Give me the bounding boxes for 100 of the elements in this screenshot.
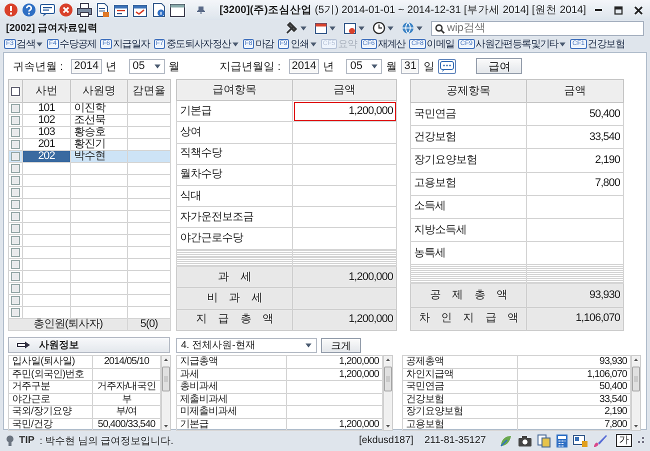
- calendar-icon[interactable]: [114, 3, 129, 17]
- caret-icon: [387, 26, 394, 30]
- brush-icon[interactable]: [593, 434, 607, 448]
- documents-icon[interactable]: [537, 434, 551, 448]
- item-name: 고용보험: [414, 177, 456, 190]
- help-icon[interactable]: [22, 3, 36, 17]
- item-name: 국민연금: [414, 108, 456, 120]
- amount-cell[interactable]: [292, 186, 396, 207]
- leaf-logo-icon[interactable]: [499, 434, 513, 448]
- item-name: 직책수당: [180, 147, 222, 160]
- document-icon[interactable]: [96, 3, 110, 17]
- amount-cell[interactable]: [292, 143, 396, 164]
- employee-name: 황승호: [74, 126, 106, 138]
- clock-icon[interactable]: [372, 21, 386, 35]
- checkbox[interactable]: [11, 200, 20, 209]
- employee-row[interactable]: 101 이진학: [8, 102, 170, 114]
- input-mode-indicator[interactable]: 가: [616, 434, 632, 447]
- checkbox[interactable]: [11, 248, 20, 257]
- employee-number: 103: [38, 126, 55, 138]
- checkbox[interactable]: [11, 86, 20, 96]
- employee-row[interactable]: 103 황승호: [8, 126, 170, 138]
- checkbox[interactable]: [11, 212, 20, 221]
- item-name: 야간근로수당: [180, 232, 243, 244]
- summary-amount: 93,930: [599, 356, 627, 368]
- checkbox[interactable]: [11, 236, 20, 245]
- month-dropdown[interactable]: 05: [128, 58, 165, 74]
- amount-cell[interactable]: 1,200,000: [292, 100, 396, 122]
- employee-row[interactable]: 102 조선묵: [8, 114, 170, 126]
- calculator-icon[interactable]: [556, 434, 568, 448]
- printer-icon[interactable]: [77, 3, 92, 17]
- minimize-icon: [594, 9, 602, 11]
- caret-icon: [329, 26, 336, 30]
- calendar-icon[interactable]: [133, 3, 148, 17]
- amount-cell[interactable]: [292, 164, 396, 186]
- filter-dropdown[interactable]: 4. 전체사원-현재: [176, 338, 317, 352]
- tip-text: : 박수현 님의 급여정보입니다.: [40, 434, 174, 448]
- info-document-icon[interactable]: [152, 3, 166, 17]
- summary-label: 제출비과세: [180, 394, 228, 405]
- amount-cell[interactable]: [292, 122, 396, 144]
- amount-cell[interactable]: [292, 206, 396, 228]
- amount-cell[interactable]: [292, 228, 396, 250]
- summary-amount: 33,540: [599, 394, 627, 405]
- summary-amount: 1,106,070: [587, 368, 627, 380]
- search-icon: [435, 24, 445, 34]
- year-field[interactable]: 2014: [288, 58, 320, 74]
- day-field[interactable]: 31: [401, 58, 420, 74]
- pay-type-button[interactable]: 급여: [476, 58, 522, 74]
- checkbox[interactable]: [11, 308, 20, 317]
- caret-icon: [36, 42, 43, 46]
- calendar-icon[interactable]: [314, 21, 328, 35]
- scrollbar[interactable]: [631, 355, 641, 431]
- checkbox[interactable]: [11, 272, 20, 281]
- item-name: 식대: [180, 190, 201, 202]
- arrow-icon: [17, 341, 31, 349]
- info-value: 거주자/내국인: [96, 381, 156, 392]
- checkbox[interactable]: [11, 104, 20, 113]
- checkbox[interactable]: [11, 224, 20, 233]
- checkbox[interactable]: [11, 116, 20, 125]
- tools-icon[interactable]: [285, 21, 299, 35]
- checkbox[interactable]: [11, 152, 20, 161]
- close-icon: [634, 6, 642, 14]
- employee-number: 201: [38, 138, 55, 150]
- info-label: 입사일(퇴사일): [12, 356, 75, 368]
- resize-grip-icon: [637, 437, 644, 444]
- lightbulb-icon: [6, 434, 14, 446]
- scrollbar[interactable]: [161, 355, 171, 431]
- pin-icon[interactable]: [197, 6, 205, 14]
- info-label: 주민(외국인)번호: [12, 368, 84, 380]
- search-field[interactable]: wip검색: [431, 20, 644, 36]
- total-label: 과 세: [218, 270, 251, 283]
- employee-row[interactable]: 202 박수현: [8, 150, 170, 162]
- checkbox[interactable]: [11, 284, 20, 293]
- globe-icon[interactable]: [401, 21, 415, 35]
- item-name: 지방소득세: [414, 224, 466, 236]
- window-icon[interactable]: [170, 4, 185, 16]
- chat-icon[interactable]: [40, 3, 55, 17]
- info-value: 2014/05/10: [104, 356, 150, 368]
- scrollbar[interactable]: [383, 355, 393, 431]
- field-label: 지급년월일 :: [220, 60, 281, 74]
- caret-icon: [559, 42, 566, 46]
- close-icon[interactable]: [59, 3, 73, 17]
- checkbox[interactable]: [11, 140, 20, 149]
- checkbox[interactable]: [11, 164, 20, 173]
- enlarge-button[interactable]: 크게: [321, 338, 361, 352]
- summary-label: 총비과세: [180, 381, 218, 392]
- checkbox[interactable]: [11, 296, 20, 305]
- checkbox[interactable]: [11, 260, 20, 269]
- id-card-lock-icon[interactable]: [573, 434, 588, 448]
- caret-icon: [300, 26, 307, 30]
- alert-icon[interactable]: [4, 3, 18, 17]
- month-dropdown[interactable]: 05: [346, 58, 382, 74]
- summary-label: 기본급: [180, 418, 208, 430]
- calendar-icon[interactable]: [343, 21, 357, 35]
- summary-label: 과세: [180, 368, 199, 380]
- year-field[interactable]: 2014: [71, 58, 102, 74]
- checkbox[interactable]: [11, 176, 20, 185]
- item-name: 소득세: [414, 200, 446, 212]
- checkbox[interactable]: [11, 128, 20, 137]
- checkbox[interactable]: [11, 188, 20, 197]
- camera-icon[interactable]: [518, 434, 532, 446]
